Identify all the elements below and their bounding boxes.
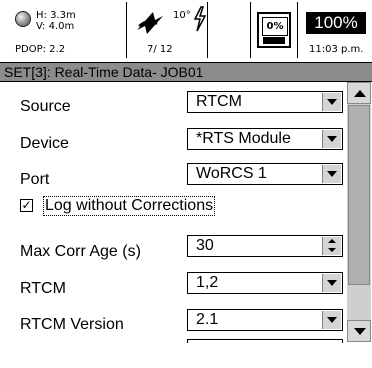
lightning-icon [193, 6, 207, 32]
tilt-compass-icon [137, 12, 163, 34]
chevron-down-icon[interactable] [322, 311, 341, 329]
gps-v-precision: V: 4.0m [36, 21, 75, 32]
port-dropdown[interactable]: WoRCS 1 [187, 163, 343, 185]
rtcm-version-dropdown[interactable]: 2.1 [187, 309, 343, 331]
screen-title-bar: SET[3]: Real-Time Data- JOB01 [0, 62, 372, 82]
chevron-down-icon[interactable] [322, 274, 341, 292]
memory-card-icon: 0% [257, 12, 291, 48]
vertical-scrollbar[interactable] [347, 82, 371, 342]
chevron-down-icon[interactable] [322, 165, 341, 183]
max-corr-age-stepper[interactable]: 30 [187, 235, 343, 257]
status-separator [207, 2, 208, 58]
scrollbar-thumb[interactable] [348, 105, 370, 285]
log-without-corrections-checkbox[interactable]: ✓ [20, 199, 33, 212]
device-value: *RTS Module [196, 130, 291, 147]
port-label: Port [20, 171, 50, 188]
port-value: WoRCS 1 [196, 165, 267, 182]
increment-icon[interactable] [322, 237, 341, 246]
status-separator [297, 2, 298, 58]
source-value: RTCM [196, 93, 242, 110]
tilt-value: 10° [173, 10, 191, 21]
decrement-icon[interactable] [322, 246, 341, 255]
device-dropdown[interactable]: *RTS Module [187, 128, 343, 150]
partially-hidden-field [187, 339, 343, 343]
max-corr-age-label: Max Corr Age (s) [20, 243, 141, 260]
gps-globe-icon [15, 11, 31, 27]
status-separator [250, 2, 251, 58]
status-separator [126, 2, 127, 58]
rtcm-dropdown[interactable]: 1,2 [187, 272, 343, 294]
chevron-down-icon[interactable] [322, 130, 341, 148]
status-bar: H: 3.3m V: 4.0m PDOP: 2.2 10° 7/ 12 0% 1… [0, 0, 372, 62]
satellite-count: 7/ 12 [147, 44, 173, 55]
chevron-down-icon[interactable] [322, 93, 341, 111]
scroll-down-icon[interactable] [347, 320, 371, 342]
memory-percent: 0% [262, 17, 288, 36]
rtcm-label: RTCM [20, 280, 66, 297]
screen-title: SET[3]: Real-Time Data- JOB01 [4, 64, 204, 80]
rtcm-value: 1,2 [196, 274, 219, 291]
clock-time: 11:03 p.m. [309, 44, 364, 55]
log-without-corrections-label[interactable]: Log without Corrections [43, 196, 216, 216]
source-label: Source [20, 98, 71, 115]
battery-percent: 100% [306, 12, 366, 34]
gps-h-precision: H: 3.3m [36, 10, 76, 21]
device-label: Device [20, 135, 69, 152]
max-corr-age-value: 30 [196, 237, 214, 254]
pdop-value: PDOP: 2.2 [15, 44, 66, 55]
scroll-up-icon[interactable] [347, 82, 371, 104]
rtcm-version-label: RTCM Version [20, 316, 124, 333]
source-dropdown[interactable]: RTCM [187, 91, 343, 113]
rtcm-version-value: 2.1 [196, 311, 219, 328]
